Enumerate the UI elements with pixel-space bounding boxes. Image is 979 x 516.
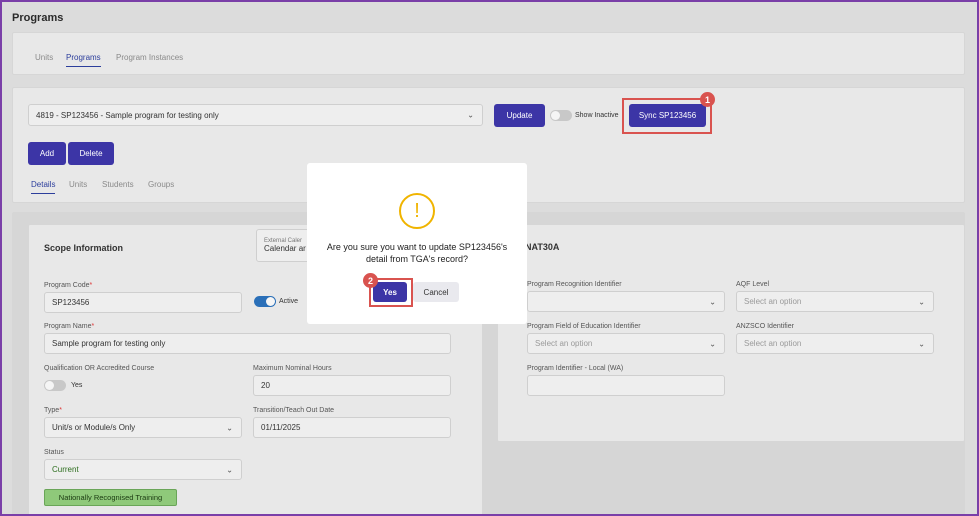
field-of-education-label: Program Field of Education Identifier [527,323,641,330]
recognition-label: Program Recognition Identifier [527,281,622,288]
aqf-level-placeholder: Select an option [744,297,802,306]
chevron-down-icon: ⌄ [918,297,925,306]
program-select-value: 4819 - SP123456 - Sample program for tes… [36,110,219,120]
type-select-value: Unit/s or Module/s Only [52,423,136,432]
transition-date-input[interactable]: 01/11/2025 [253,417,451,438]
add-button[interactable]: Add [28,142,66,165]
delete-button[interactable]: Delete [68,142,114,165]
nationally-recognised-badge: Nationally Recognised Training [44,489,177,506]
external-calendar-value: Calendar ar [264,244,306,253]
confirm-message: Are you sure you want to update SP123456… [326,242,508,264]
chevron-down-icon: ⌄ [709,339,716,348]
nat-title: NAT30A [525,242,560,252]
anzsco-select[interactable]: Select an option ⌄ [736,333,934,354]
transition-label: Transition/Teach Out Date [253,407,335,414]
anzsco-placeholder: Select an option [744,339,802,348]
callout-2: 2 [363,273,378,288]
chevron-down-icon: ⌄ [467,110,474,120]
warning-icon: ! [399,193,435,229]
chevron-down-icon: ⌄ [918,339,925,348]
status-select-value: Current [52,465,79,474]
qualification-label: Qualification OR Accredited Course [44,365,155,372]
tab-programs[interactable]: Programs [66,53,101,67]
active-label: Active [279,298,299,305]
sync-highlight [622,98,712,134]
recognition-select[interactable]: ⌄ [527,291,725,312]
chevron-down-icon: ⌄ [709,297,716,306]
tab-program-instances[interactable]: Program Instances [116,53,183,62]
scope-title: Scope Information [44,243,124,253]
active-toggle[interactable] [254,296,276,307]
chevron-down-icon: ⌄ [226,423,233,432]
qualification-toggle-label: Yes [71,382,83,389]
show-inactive-toggle[interactable] [550,110,572,121]
max-hours-input[interactable]: 20 [253,375,451,396]
aqf-level-label: AQF Level [736,281,770,288]
program-code-label: Program Code* [44,282,93,289]
update-button[interactable]: Update [494,104,545,127]
qualification-toggle[interactable] [44,380,66,391]
field-of-education-placeholder: Select an option [535,339,593,348]
local-identifier-label: Program Identifier - Local (WA) [527,365,624,372]
tab-students[interactable]: Students [102,180,134,189]
program-name-input[interactable]: Sample program for testing only [44,333,451,354]
nat30a-card: NAT30A Program Recognition Identifier ⌄ … [497,224,965,442]
tab-groups[interactable]: Groups [148,180,174,189]
type-label: Type* [44,407,62,414]
status-label: Status [44,449,64,456]
tab-details[interactable]: Details [31,180,56,194]
field-of-education-select[interactable]: Select an option ⌄ [527,333,725,354]
anzsco-label: ANZSCO Identifier [736,323,794,330]
aqf-level-select[interactable]: Select an option ⌄ [736,291,934,312]
local-identifier-input[interactable] [527,375,725,396]
page-title: Programs [12,12,64,24]
program-code-input[interactable]: SP123456 [44,292,242,313]
program-name-label: Program Name* [44,323,95,330]
tab-units-sub[interactable]: Units [69,180,87,189]
status-select[interactable]: Current ⌄ [44,459,242,480]
top-tabs-card: Units Programs Program Instances [12,32,965,75]
show-inactive-label: Show Inactive [575,112,619,119]
type-select[interactable]: Unit/s or Module/s Only ⌄ [44,417,242,438]
max-hours-label: Maximum Nominal Hours [253,365,332,372]
tab-units[interactable]: Units [35,53,53,62]
program-select[interactable]: 4819 - SP123456 - Sample program for tes… [28,104,483,126]
chevron-down-icon: ⌄ [226,465,233,474]
callout-1: 1 [700,92,715,107]
cancel-button[interactable]: Cancel [413,282,459,302]
